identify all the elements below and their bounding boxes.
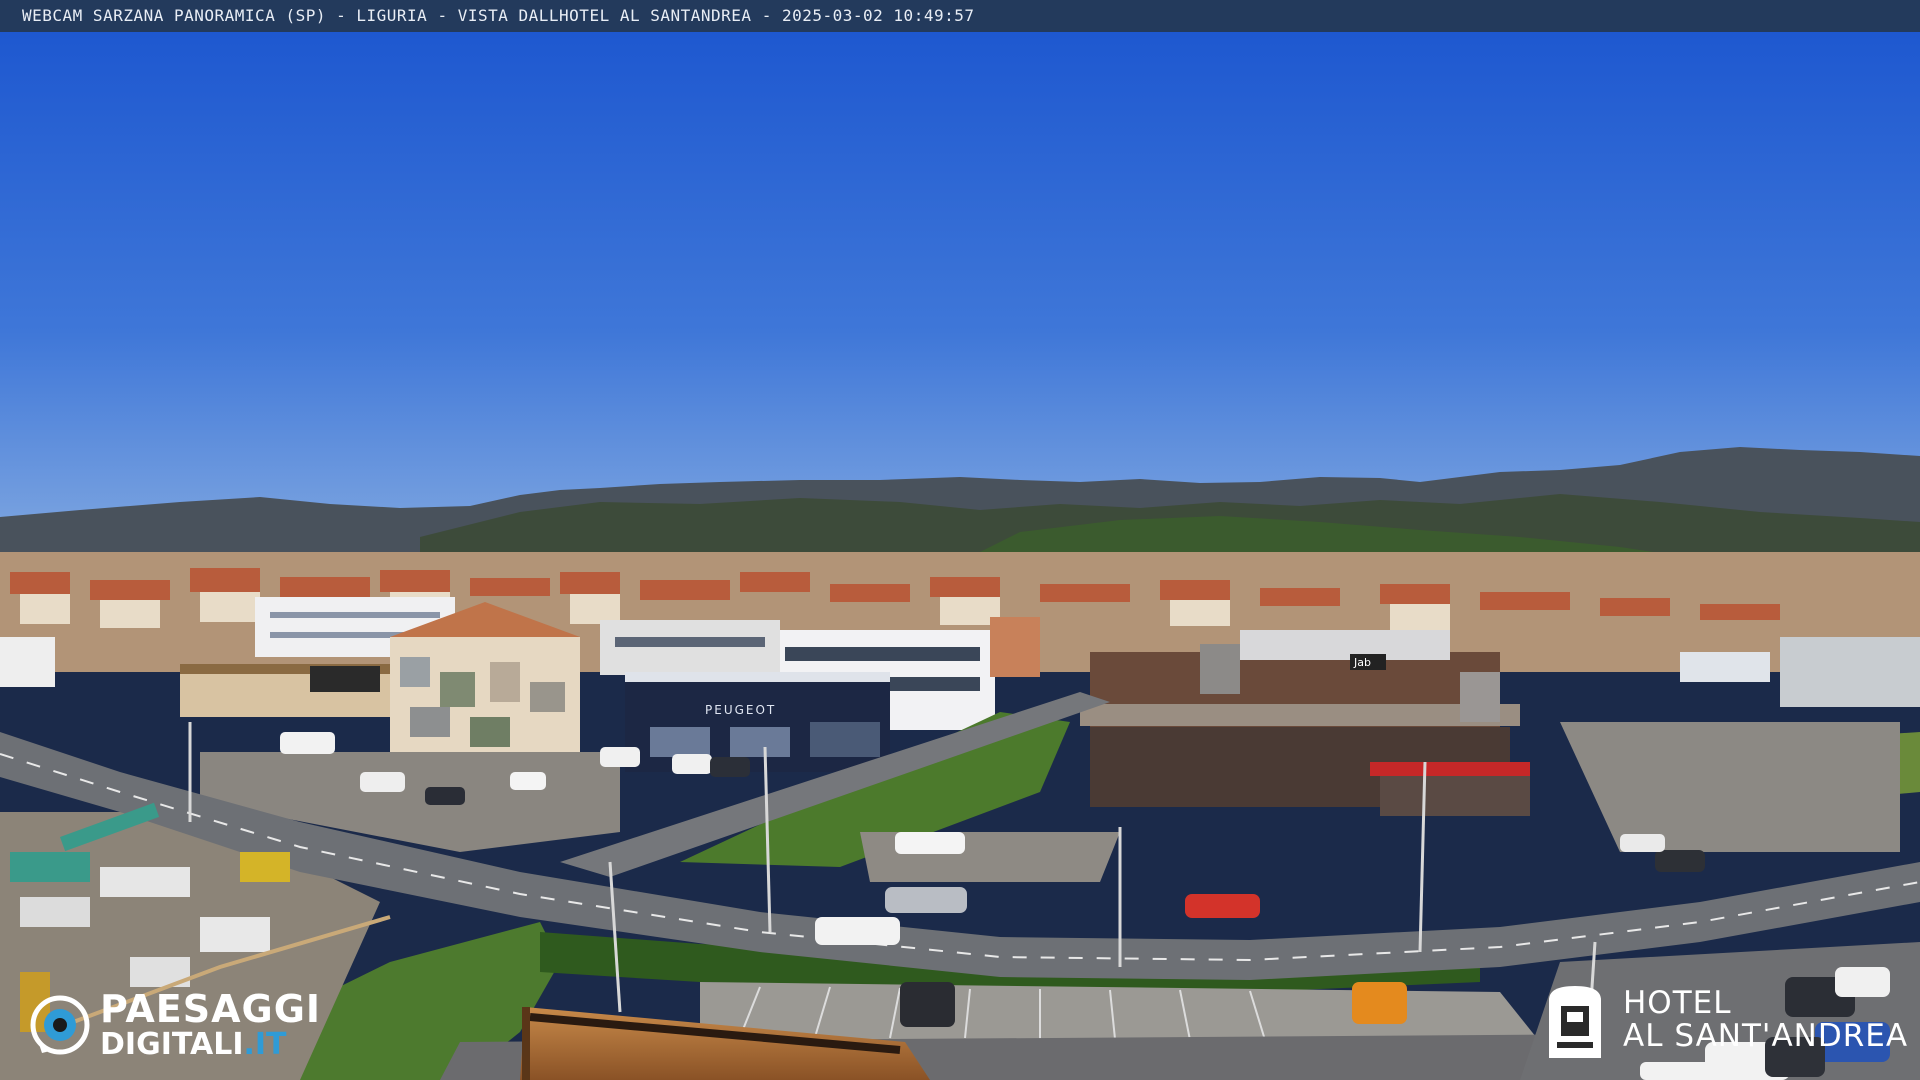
logo-line2-main: DIGITALI <box>100 1027 244 1062</box>
car-white-5 <box>510 772 546 790</box>
orange-building <box>990 617 1040 677</box>
car-dark-3 <box>1655 850 1705 872</box>
car-silver <box>885 887 967 913</box>
car-white-1 <box>895 832 965 854</box>
logo-line2-suffix: .IT <box>243 1027 287 1062</box>
car-white-2 <box>815 917 900 945</box>
logo-line2: DIGITALI.IT <box>100 1030 321 1060</box>
car-white-7 <box>280 732 335 754</box>
industrial-building-right <box>1780 637 1920 707</box>
webcam-frame: WEBCAM SARZANA PANORAMICA (SP) - LIGURIA… <box>0 0 1920 1080</box>
webcam-caption-text: WEBCAM SARZANA PANORAMICA (SP) - LIGURIA… <box>22 6 975 25</box>
dealer-sign: PEUGEOT <box>705 703 776 717</box>
car-white-4 <box>672 754 712 774</box>
commercial-building: Jab <box>1080 630 1530 816</box>
office-building-grey <box>600 620 780 675</box>
parking-right <box>1560 722 1900 852</box>
car-dark-1 <box>710 757 750 777</box>
car-dark-2 <box>425 787 465 805</box>
car-dark-parked <box>900 982 955 1027</box>
foreground-parking <box>700 982 1540 1042</box>
car-orange-parked <box>1352 982 1407 1024</box>
car-white-11 <box>1640 1062 1720 1080</box>
hotel-name-line1: HOTEL <box>1623 985 1732 1022</box>
car-red <box>1185 894 1260 918</box>
paesaggi-digitali-logo: PAESAGGI DIGITALI.IT <box>30 990 321 1060</box>
sky <box>0 32 1920 532</box>
eye-icon <box>30 995 90 1055</box>
hotel-santandrea-logo: HOTEL AL SANT'ANDREA <box>1545 980 1908 1060</box>
roof-sign: Jab <box>1353 656 1371 669</box>
webcam-caption-bar: WEBCAM SARZANA PANORAMICA (SP) - LIGURIA… <box>0 0 1920 32</box>
apartment-block-left <box>0 637 55 687</box>
car-white-3 <box>600 747 640 767</box>
panorama-scene: PEUGEOT Jab <box>0 32 1920 1080</box>
hotel-badge-icon <box>1549 986 1601 1058</box>
hotel-name-line2: AL SANT'ANDREA <box>1623 1018 1909 1054</box>
peugeot-dealership: PEUGEOT <box>625 672 890 772</box>
car-white-8 <box>1620 834 1665 852</box>
logo-line1: PAESAGGI <box>100 987 322 1031</box>
car-white-6 <box>360 772 405 792</box>
